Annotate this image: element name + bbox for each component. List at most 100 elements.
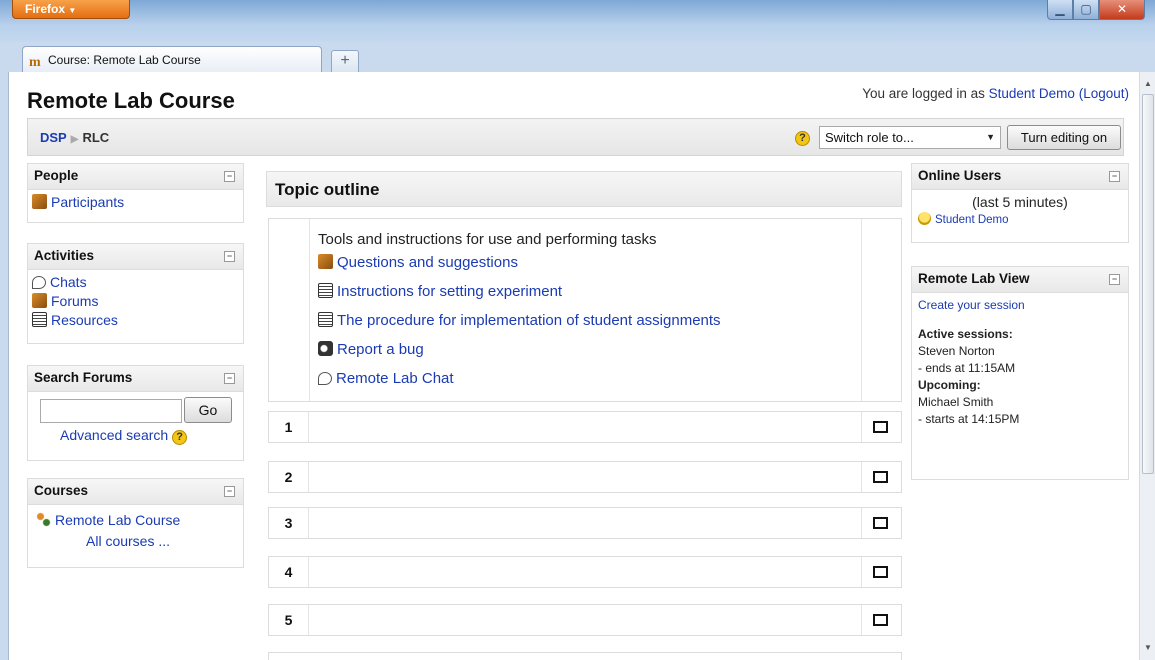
login-info: You are logged in as Student Demo (Logou… [862, 86, 1129, 101]
section-1: 1 [268, 411, 902, 443]
activity-label: Remote Lab Chat [336, 370, 454, 387]
sidebar-item-participants[interactable]: Participants [32, 192, 243, 213]
course-label: Remote Lab Course [55, 512, 181, 528]
scrollbar-thumb[interactable] [1142, 94, 1154, 474]
breadcrumb-separator-icon: ▶ [70, 134, 79, 145]
collapse-icon[interactable]: − [1109, 171, 1120, 182]
chevron-down-icon: ▼ [68, 6, 77, 15]
upcoming-session-name: Michael Smith [918, 395, 994, 409]
collapse-icon[interactable]: − [224, 171, 235, 182]
course-icon [36, 512, 51, 527]
upcoming-session-time: - starts at 14:15PM [918, 412, 1020, 426]
section-number: 1 [269, 412, 309, 442]
remote-lab-view-block: Remote Lab View − Create your session Act… [911, 266, 1129, 480]
show-only-section-icon[interactable] [873, 421, 888, 433]
topic-outline-header: Topic outline [266, 171, 902, 207]
courses-block-title: Courses [34, 483, 89, 498]
section-0-content: Tools and instructions for use and perfo… [309, 219, 862, 401]
online-user-name: Student Demo [935, 214, 1009, 226]
logout-link[interactable]: (Logout) [1079, 86, 1129, 101]
document-icon [318, 312, 333, 327]
section-right-side [861, 508, 901, 538]
breadcrumb-home-link[interactable]: DSP [40, 130, 67, 145]
document-icon [318, 283, 333, 298]
forum-icon [32, 293, 47, 308]
resources-label: Resources [51, 312, 118, 328]
sidebar-item-remote-lab-course[interactable]: Remote Lab Course [36, 510, 243, 531]
people-block: People − Participants [27, 163, 244, 223]
active-session-time: - ends at 11:15AM [918, 361, 1016, 375]
collapse-icon[interactable]: − [1109, 274, 1120, 285]
activity-label: Questions and suggestions [337, 254, 518, 271]
people-icon [32, 194, 47, 209]
help-icon[interactable]: ? [172, 430, 188, 445]
close-icon[interactable]: ✕ [1099, 0, 1145, 20]
breadcrumb-current: RLC [82, 130, 110, 145]
sidebar-item-forums[interactable]: Forums [32, 292, 243, 311]
firefox-menu-button[interactable]: Firefox ▼ [12, 0, 130, 19]
section-right-side [861, 557, 901, 587]
section-number: 5 [269, 605, 309, 635]
activity-procedure-link[interactable]: The procedure for implementation of stud… [318, 308, 861, 337]
search-forums-title: Search Forums [34, 370, 133, 385]
login-prefix: You are logged in as [862, 86, 989, 101]
switch-role-select[interactable]: Switch role to... ▼ [819, 126, 1001, 149]
sidebar-item-chats[interactable]: Chats [32, 273, 243, 292]
activity-label: Instructions for setting experiment [337, 283, 563, 300]
people-icon [318, 254, 333, 269]
dropdown-arrow-icon: ▼ [986, 132, 995, 142]
activity-report-bug-link[interactable]: Report a bug [318, 337, 861, 366]
show-only-section-icon[interactable] [873, 566, 888, 578]
new-tab-button[interactable]: + [331, 50, 359, 72]
activity-chat-link[interactable]: Remote Lab Chat [318, 366, 861, 395]
chat-icon [318, 372, 332, 385]
activities-block-title: Activities [34, 248, 95, 263]
upcoming-label: Upcoming: [918, 378, 981, 392]
section-3: 3 [268, 507, 902, 539]
courses-block-header: Courses − [28, 479, 243, 505]
online-user-link[interactable]: Student Demo [912, 212, 1128, 226]
section-number: 4 [269, 557, 309, 587]
collapse-icon[interactable]: − [224, 251, 235, 262]
activity-label: Report a bug [337, 341, 424, 358]
section-number: 3 [269, 508, 309, 538]
online-users-title: Online Users [918, 168, 1002, 183]
help-icon[interactable]: ? [795, 131, 810, 146]
sidebar-item-resources[interactable]: Resources [32, 311, 243, 330]
browser-tab[interactable]: m Course: Remote Lab Course [22, 46, 322, 72]
collapse-icon[interactable]: − [224, 486, 235, 497]
breadcrumb: DSP ▶ RLC [40, 130, 109, 145]
activity-instructions-link[interactable]: Instructions for setting experiment [318, 279, 861, 308]
document-icon [32, 312, 47, 327]
section-summary: Tools and instructions for use and perfo… [318, 231, 657, 248]
scroll-up-icon[interactable]: ▲ [1140, 76, 1155, 92]
show-only-section-icon[interactable] [873, 517, 888, 529]
user-profile-link[interactable]: Student Demo [989, 86, 1075, 101]
minimize-icon[interactable]: ▁ [1047, 0, 1073, 20]
search-go-button[interactable]: Go [184, 397, 232, 423]
show-only-section-icon[interactable] [873, 471, 888, 483]
create-session-link[interactable]: Create your session [918, 297, 1128, 314]
activity-questions-link[interactable]: Questions and suggestions [318, 250, 861, 279]
turn-editing-on-button[interactable]: Turn editing on [1007, 125, 1121, 150]
all-courses-link[interactable]: All courses ... [36, 531, 243, 552]
scroll-down-icon[interactable]: ▼ [1140, 640, 1155, 656]
section-right-side [861, 412, 901, 442]
collapse-icon[interactable]: − [224, 373, 235, 384]
activities-block-header: Activities − [28, 244, 243, 270]
remote-lab-view-header: Remote Lab View − [912, 267, 1128, 293]
show-only-section-icon[interactable] [873, 614, 888, 626]
active-session-name: Steven Norton [918, 344, 995, 358]
active-sessions-label: Active sessions: [918, 327, 1013, 341]
section-2: 2 [268, 461, 902, 493]
moodle-favicon-icon: m [29, 55, 41, 70]
maximize-icon[interactable]: ▢ [1073, 0, 1099, 20]
people-block-header: People − [28, 164, 243, 190]
vertical-scrollbar[interactable]: ▲ ▼ [1139, 72, 1155, 660]
section-5: 5 [268, 604, 902, 636]
online-users-period: (last 5 minutes) [972, 194, 1068, 210]
remote-lab-view-title: Remote Lab View [918, 271, 1030, 286]
search-input[interactable] [40, 399, 182, 423]
window-controls: ▁ ▢ ✕ [1047, 0, 1145, 20]
advanced-search-link[interactable]: Advanced search ? [60, 427, 188, 445]
